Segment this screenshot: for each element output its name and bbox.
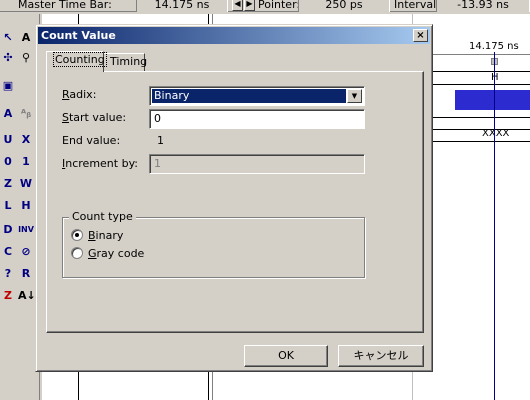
count-type-legend: Count type bbox=[69, 210, 136, 224]
pointer-icon[interactable]: ↖ bbox=[0, 30, 16, 46]
chevron-down-icon[interactable]: ▼ bbox=[347, 89, 362, 103]
dialog-titlebar[interactable]: Count Value × bbox=[38, 27, 430, 44]
close-button[interactable]: × bbox=[413, 29, 428, 42]
start-value-input[interactable]: 0 bbox=[149, 109, 365, 129]
replace-icon[interactable]: ᴬᵦ bbox=[18, 106, 34, 122]
radio-selected-icon bbox=[71, 229, 83, 241]
pointer-value: 250 ps bbox=[298, 0, 390, 12]
end-value-label: End value: bbox=[62, 134, 121, 147]
time-bar-right-arrow-button[interactable]: ▶ bbox=[244, 0, 255, 11]
cursor-time-label: 14.175 ns bbox=[469, 41, 519, 52]
close-icon: × bbox=[416, 30, 425, 41]
time-bar: Master Time Bar: 14.175 ns ◀ ▶ Pointer: … bbox=[0, 0, 530, 12]
count-type-group: Count type Binary Gray code bbox=[62, 210, 365, 278]
uninitialized-icon[interactable]: U bbox=[0, 132, 16, 148]
count-type-gray-code-radio[interactable]: Gray code bbox=[71, 246, 144, 262]
end-value-text: 1 bbox=[157, 134, 164, 147]
cancel-button[interactable]: キャンセル bbox=[338, 345, 424, 367]
master-time-bar-label: Master Time Bar: bbox=[18, 0, 112, 11]
forcing-low-icon[interactable]: X bbox=[18, 132, 34, 148]
invert-value-icon[interactable]: INV bbox=[18, 222, 34, 238]
find-icon[interactable]: A bbox=[0, 106, 16, 122]
random-value-icon[interactable]: R bbox=[18, 266, 34, 282]
arbitrary-value-icon[interactable]: ? bbox=[0, 266, 16, 282]
node-finder-icon[interactable]: ✣ bbox=[0, 50, 16, 66]
count-type-binary-radio[interactable]: Binary bbox=[71, 228, 123, 244]
weak-high-icon[interactable]: H bbox=[18, 198, 34, 214]
radix-selected-value: Binary bbox=[152, 89, 346, 103]
full-screen-icon[interactable]: ▣ bbox=[0, 78, 16, 94]
master-time-bar-value[interactable]: 14.175 ns bbox=[136, 0, 228, 12]
interval-label: Interval: bbox=[394, 0, 440, 11]
dialog-title: Count Value bbox=[41, 29, 116, 42]
clock-icon[interactable]: C bbox=[0, 244, 16, 260]
tab-timing[interactable]: Timing bbox=[103, 53, 147, 71]
forcing-high-icon[interactable]: 0 bbox=[0, 154, 16, 170]
interval-value: -13.93 ns bbox=[436, 0, 530, 12]
start-value-label: Start value: bbox=[62, 111, 127, 124]
increment-by-label: Increment by: bbox=[62, 157, 138, 170]
waveform-toolbar: ↖ A ✣ ⚲ ▣ A ᴬᵦ U X 0 1 Z W L H D INV C ⊘… bbox=[0, 14, 40, 400]
count-value-dialog: Count Value × Counting Timing Radix: Bin… bbox=[35, 24, 433, 372]
radix-label: Radix: bbox=[62, 88, 97, 101]
pointer-label: Pointer: bbox=[258, 0, 301, 11]
tab-counting[interactable]: Counting bbox=[46, 51, 107, 72]
selected-signal-row[interactable] bbox=[455, 90, 530, 110]
zoom-icon[interactable]: ⚲ bbox=[18, 50, 34, 66]
text-tool-icon[interactable]: A bbox=[18, 30, 34, 46]
dont-care-icon[interactable]: D bbox=[0, 222, 16, 238]
ok-button[interactable]: OK bbox=[244, 345, 328, 367]
weak-low-icon[interactable]: L bbox=[0, 198, 16, 214]
count-value-icon[interactable]: Z bbox=[0, 176, 16, 192]
time-bar-left-arrow-button[interactable]: ◀ bbox=[232, 0, 243, 11]
time-cursor-line[interactable] bbox=[494, 52, 495, 400]
overwrite-clock-icon[interactable]: ⊘ bbox=[18, 244, 34, 260]
waveform-value-xxxx: XXXX bbox=[482, 128, 510, 139]
radix-select[interactable]: Binary ▼ bbox=[149, 86, 365, 106]
radio-unselected-icon bbox=[71, 247, 83, 259]
invert-icon[interactable]: 1 bbox=[18, 154, 34, 170]
weak-unknown-icon[interactable]: W bbox=[18, 176, 34, 192]
increment-by-input: 1 bbox=[149, 154, 365, 174]
sort-ascending-icon[interactable]: A↓ bbox=[18, 288, 36, 304]
counting-tab-panel: Radix: Binary ▼ Start value: 0 End value… bbox=[46, 71, 424, 333]
sort-icon[interactable]: Z bbox=[0, 288, 16, 304]
